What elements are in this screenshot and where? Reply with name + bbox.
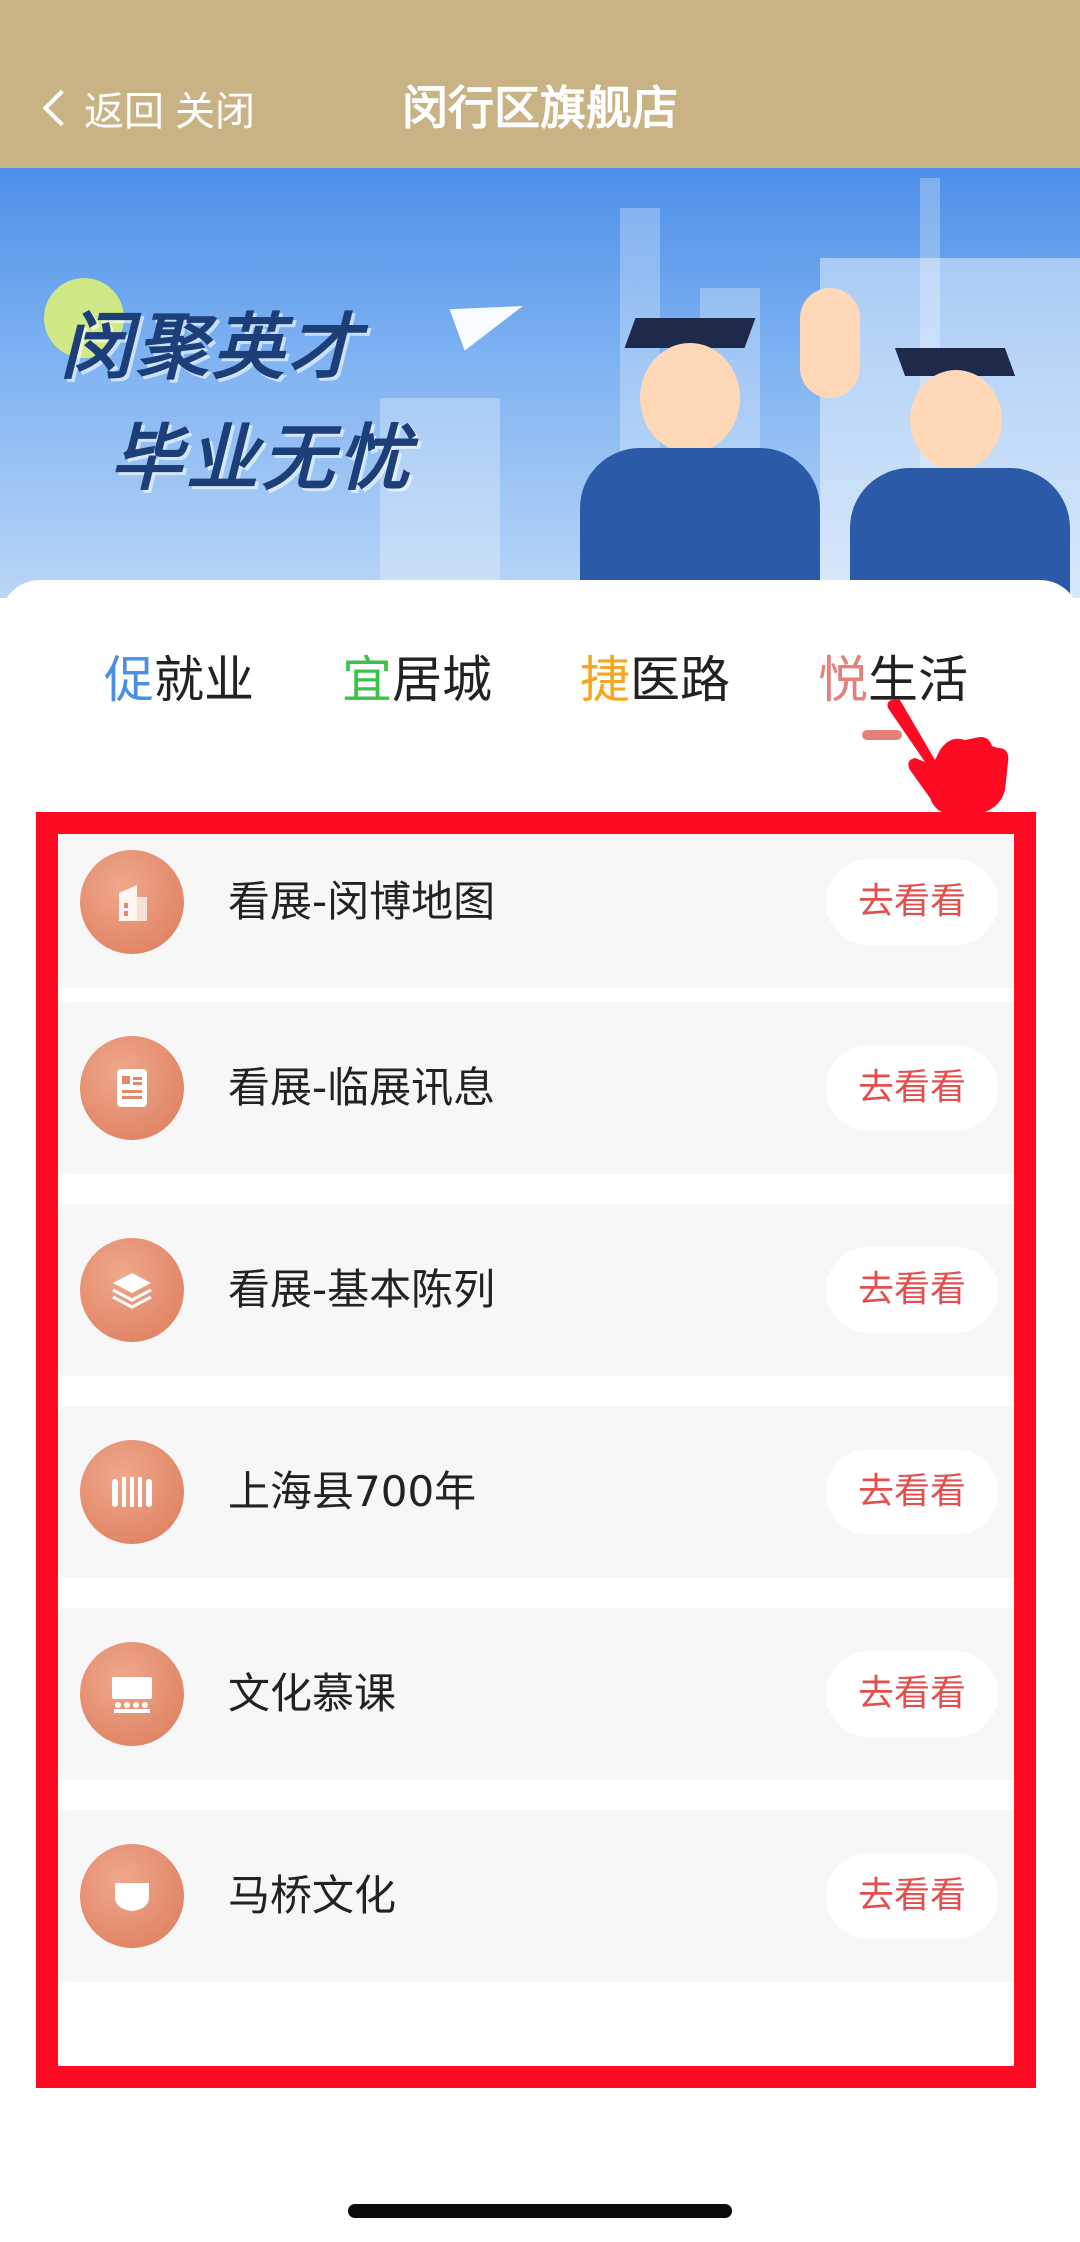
- tab-medical[interactable]: 捷医路: [580, 640, 730, 720]
- pointing-hand-icon: [887, 699, 1009, 815]
- tab-accent: 宜: [342, 651, 392, 709]
- tab-label: 就业: [154, 651, 254, 709]
- banner-line-1: 闵聚英才: [60, 305, 365, 389]
- banner-line-2: 毕业无忧: [110, 416, 415, 500]
- home-indicator: [348, 2204, 732, 2218]
- hero-banner[interactable]: 闵聚英才 毕业无忧: [0, 168, 1080, 598]
- high-five-hands: [800, 288, 860, 398]
- top-nav-bar: 返回 关闭 闵行区旗舰店: [0, 0, 1080, 168]
- tab-accent: 悦: [818, 651, 868, 709]
- tab-accent: 促: [104, 651, 154, 709]
- tab-label: 医路: [630, 651, 730, 709]
- highlight-frame: [36, 812, 1036, 2088]
- banner-slogan: 闵聚英才 毕业无忧: [60, 288, 414, 504]
- paper-plane-icon: [449, 285, 531, 351]
- tab-employment[interactable]: 促就业: [104, 640, 254, 720]
- tab-housing[interactable]: 宜居城: [342, 640, 492, 720]
- page-title: 闵行区旗舰店: [402, 81, 678, 135]
- tab-accent: 捷: [580, 651, 630, 709]
- graduate-girl-illustration: [840, 348, 1080, 598]
- tab-label: 居城: [392, 651, 492, 709]
- graduate-boy-illustration: [560, 318, 840, 598]
